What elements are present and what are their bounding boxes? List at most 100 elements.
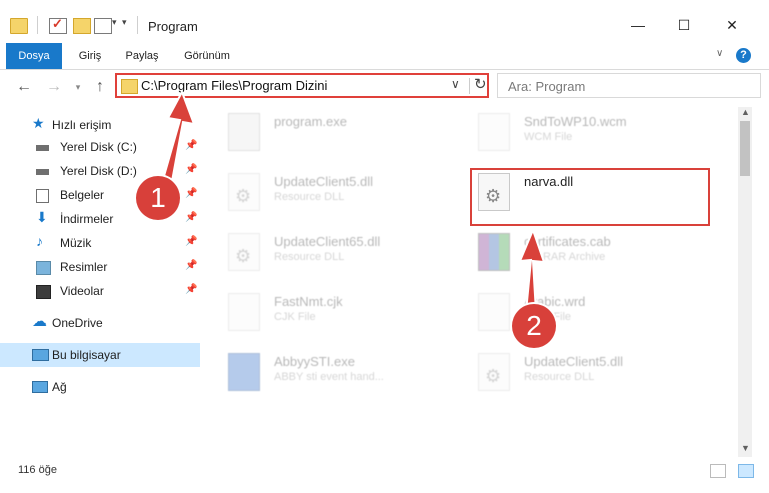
dll-gear-icon: ⚙ (478, 353, 510, 391)
file-list: program.exe SndToWP10.wcm WCM File ⚙ Upd… (216, 107, 738, 452)
sidebar-item-label: Videolar (60, 284, 104, 298)
sidebar-item-label: Yerel Disk (D:) (60, 164, 137, 178)
vertical-scrollbar[interactable]: ▲ ▼ (738, 107, 752, 457)
document-icon (228, 293, 260, 331)
large-icons-view-icon[interactable] (738, 464, 754, 478)
ribbon-tabs: Dosya Giriş Paylaş Görünüm ∨ ? (0, 43, 769, 70)
tab-view[interactable]: Görünüm (180, 43, 234, 69)
sidebar-item-this-pc[interactable]: Bu bilgisayar (0, 343, 200, 367)
address-path[interactable]: C:\Program Files\Program Dizini (141, 78, 327, 93)
sidebar-item-pictures[interactable]: Resimler 📌 (0, 255, 200, 279)
dll-gear-icon: ⚙ (228, 233, 260, 271)
chevron-down-icon[interactable]: ▾ (112, 17, 117, 28)
drive-icon (36, 145, 49, 151)
dll-gear-icon: ⚙ (228, 173, 260, 211)
quick-access-dropdown-icon[interactable]: ▾ (122, 17, 127, 28)
sidebar-item-quick-access[interactable]: ★ Hızlı erişim (0, 113, 200, 137)
sidebar-item-label: Yerel Disk (C:) (60, 140, 137, 154)
pin-icon[interactable]: 📌 (185, 236, 197, 247)
sidebar-item-onedrive[interactable]: ☁ OneDrive (0, 311, 200, 335)
file-type: WCM File (524, 131, 573, 143)
sidebar-item-label: Hızlı erişim (52, 118, 112, 132)
sidebar-item-music[interactable]: ♪ Müzik 📌 (0, 231, 200, 255)
close-button[interactable]: ✕ (710, 14, 754, 36)
minimize-button[interactable]: — (616, 14, 660, 36)
maximize-button[interactable]: ☐ (662, 14, 706, 36)
recent-locations-icon[interactable]: ▾ (68, 77, 88, 97)
file-item[interactable]: certificates.cab WinRAR Archive (466, 227, 706, 279)
customize-toolbar-icon[interactable] (94, 18, 112, 34)
toolbar-separator (37, 16, 38, 34)
tab-home[interactable]: Giriş (74, 43, 106, 69)
highlight-box-narva (470, 168, 710, 226)
file-item[interactable]: FastNmt.cjk CJK File (216, 287, 456, 339)
document-icon (478, 293, 510, 331)
folder-icon[interactable] (10, 18, 28, 34)
scrollbar-thumb[interactable] (740, 121, 750, 176)
file-name: program.exe (274, 114, 347, 129)
expand-ribbon-icon[interactable]: ∨ (716, 48, 723, 59)
window-title: Program (148, 19, 198, 34)
scroll-up-icon[interactable]: ▲ (741, 107, 750, 117)
file-type: ABBY sti event hand... (274, 371, 384, 383)
pin-icon[interactable]: 📌 (185, 260, 197, 271)
sidebar-item-label: Ağ (52, 380, 67, 394)
file-type: WinRAR Archive (524, 251, 606, 263)
search-input[interactable]: Ara: Program (497, 73, 761, 98)
step-badge-1: 1 (136, 176, 180, 220)
file-name: FastNmt.cjk (274, 294, 343, 309)
music-icon: ♪ (36, 233, 43, 249)
search-placeholder: Ara: Program (508, 79, 586, 94)
file-name: UpdateClient5.dll (524, 354, 624, 369)
forward-arrow-icon[interactable]: → (44, 77, 64, 97)
sidebar-item-label: Müzik (60, 236, 92, 250)
pin-icon[interactable]: 📌 (185, 188, 197, 199)
back-arrow-icon[interactable]: ← (14, 77, 34, 97)
file-item[interactable]: SndToWP10.wcm WCM File (466, 107, 706, 159)
pin-icon[interactable]: 📌 (185, 140, 197, 151)
new-folder-icon[interactable] (73, 18, 91, 34)
file-item[interactable]: ⚙ UpdateClient5.dll Resource DLL (216, 167, 456, 219)
file-item[interactable]: ⚙ UpdateClient65.dll Resource DLL (216, 227, 456, 279)
refresh-icon[interactable]: ↻ (474, 75, 487, 93)
file-type: Resource DLL (274, 191, 345, 203)
chevron-down-icon[interactable]: ∨ (451, 77, 460, 91)
archive-icon (478, 233, 510, 271)
item-count: 116 öğe (18, 464, 57, 476)
sidebar-item-videos[interactable]: Videolar 📌 (0, 279, 200, 303)
title-bar: ▾ ▾ Program — ☐ ✕ (0, 0, 769, 43)
tab-file[interactable]: Dosya (6, 43, 62, 69)
scroll-down-icon[interactable]: ▼ (741, 443, 750, 453)
file-item[interactable]: Arabic.wrd WRD File (466, 287, 706, 339)
up-arrow-icon[interactable]: ↑ (90, 77, 110, 97)
sidebar-item-network[interactable]: Ağ (0, 375, 200, 399)
network-icon (32, 381, 48, 393)
pin-icon[interactable]: 📌 (185, 212, 197, 223)
file-name: UpdateClient65.dll (274, 234, 381, 249)
help-icon[interactable]: ? (736, 48, 751, 63)
sidebar-item-drive-c[interactable]: Yerel Disk (C:) 📌 (0, 135, 200, 159)
file-name: UpdateClient5.dll (274, 174, 374, 189)
file-type: Resource DLL (524, 371, 595, 383)
sidebar-item-label: Resimler (60, 260, 108, 274)
details-view-icon[interactable] (710, 464, 726, 478)
cloud-icon: ☁ (32, 313, 47, 330)
address-divider (469, 78, 470, 94)
file-item[interactable]: ⚙ UpdateClient5.dll Resource DLL (466, 347, 706, 399)
installer-icon (228, 113, 260, 151)
sidebar-item-label: Belgeler (60, 188, 105, 202)
file-item[interactable]: AbbyySTI.exe ABBY sti event hand... (216, 347, 456, 399)
address-bar[interactable]: C:\Program Files\Program Dizini ∨ ↻ (115, 73, 489, 98)
pin-icon[interactable]: 📌 (185, 284, 197, 295)
pin-icon[interactable]: 📌 (185, 164, 197, 175)
file-name: AbbyySTI.exe (274, 354, 355, 369)
toolbar-separator (137, 16, 138, 34)
properties-check-icon[interactable] (49, 16, 67, 34)
download-icon: ⬇ (36, 209, 48, 225)
tab-share[interactable]: Paylaş (122, 43, 162, 69)
star-icon: ★ (32, 115, 45, 131)
videos-icon (36, 285, 51, 299)
computer-icon (32, 349, 49, 361)
file-item[interactable]: program.exe (216, 107, 456, 159)
sidebar-item-label: İndirmeler (60, 212, 114, 226)
